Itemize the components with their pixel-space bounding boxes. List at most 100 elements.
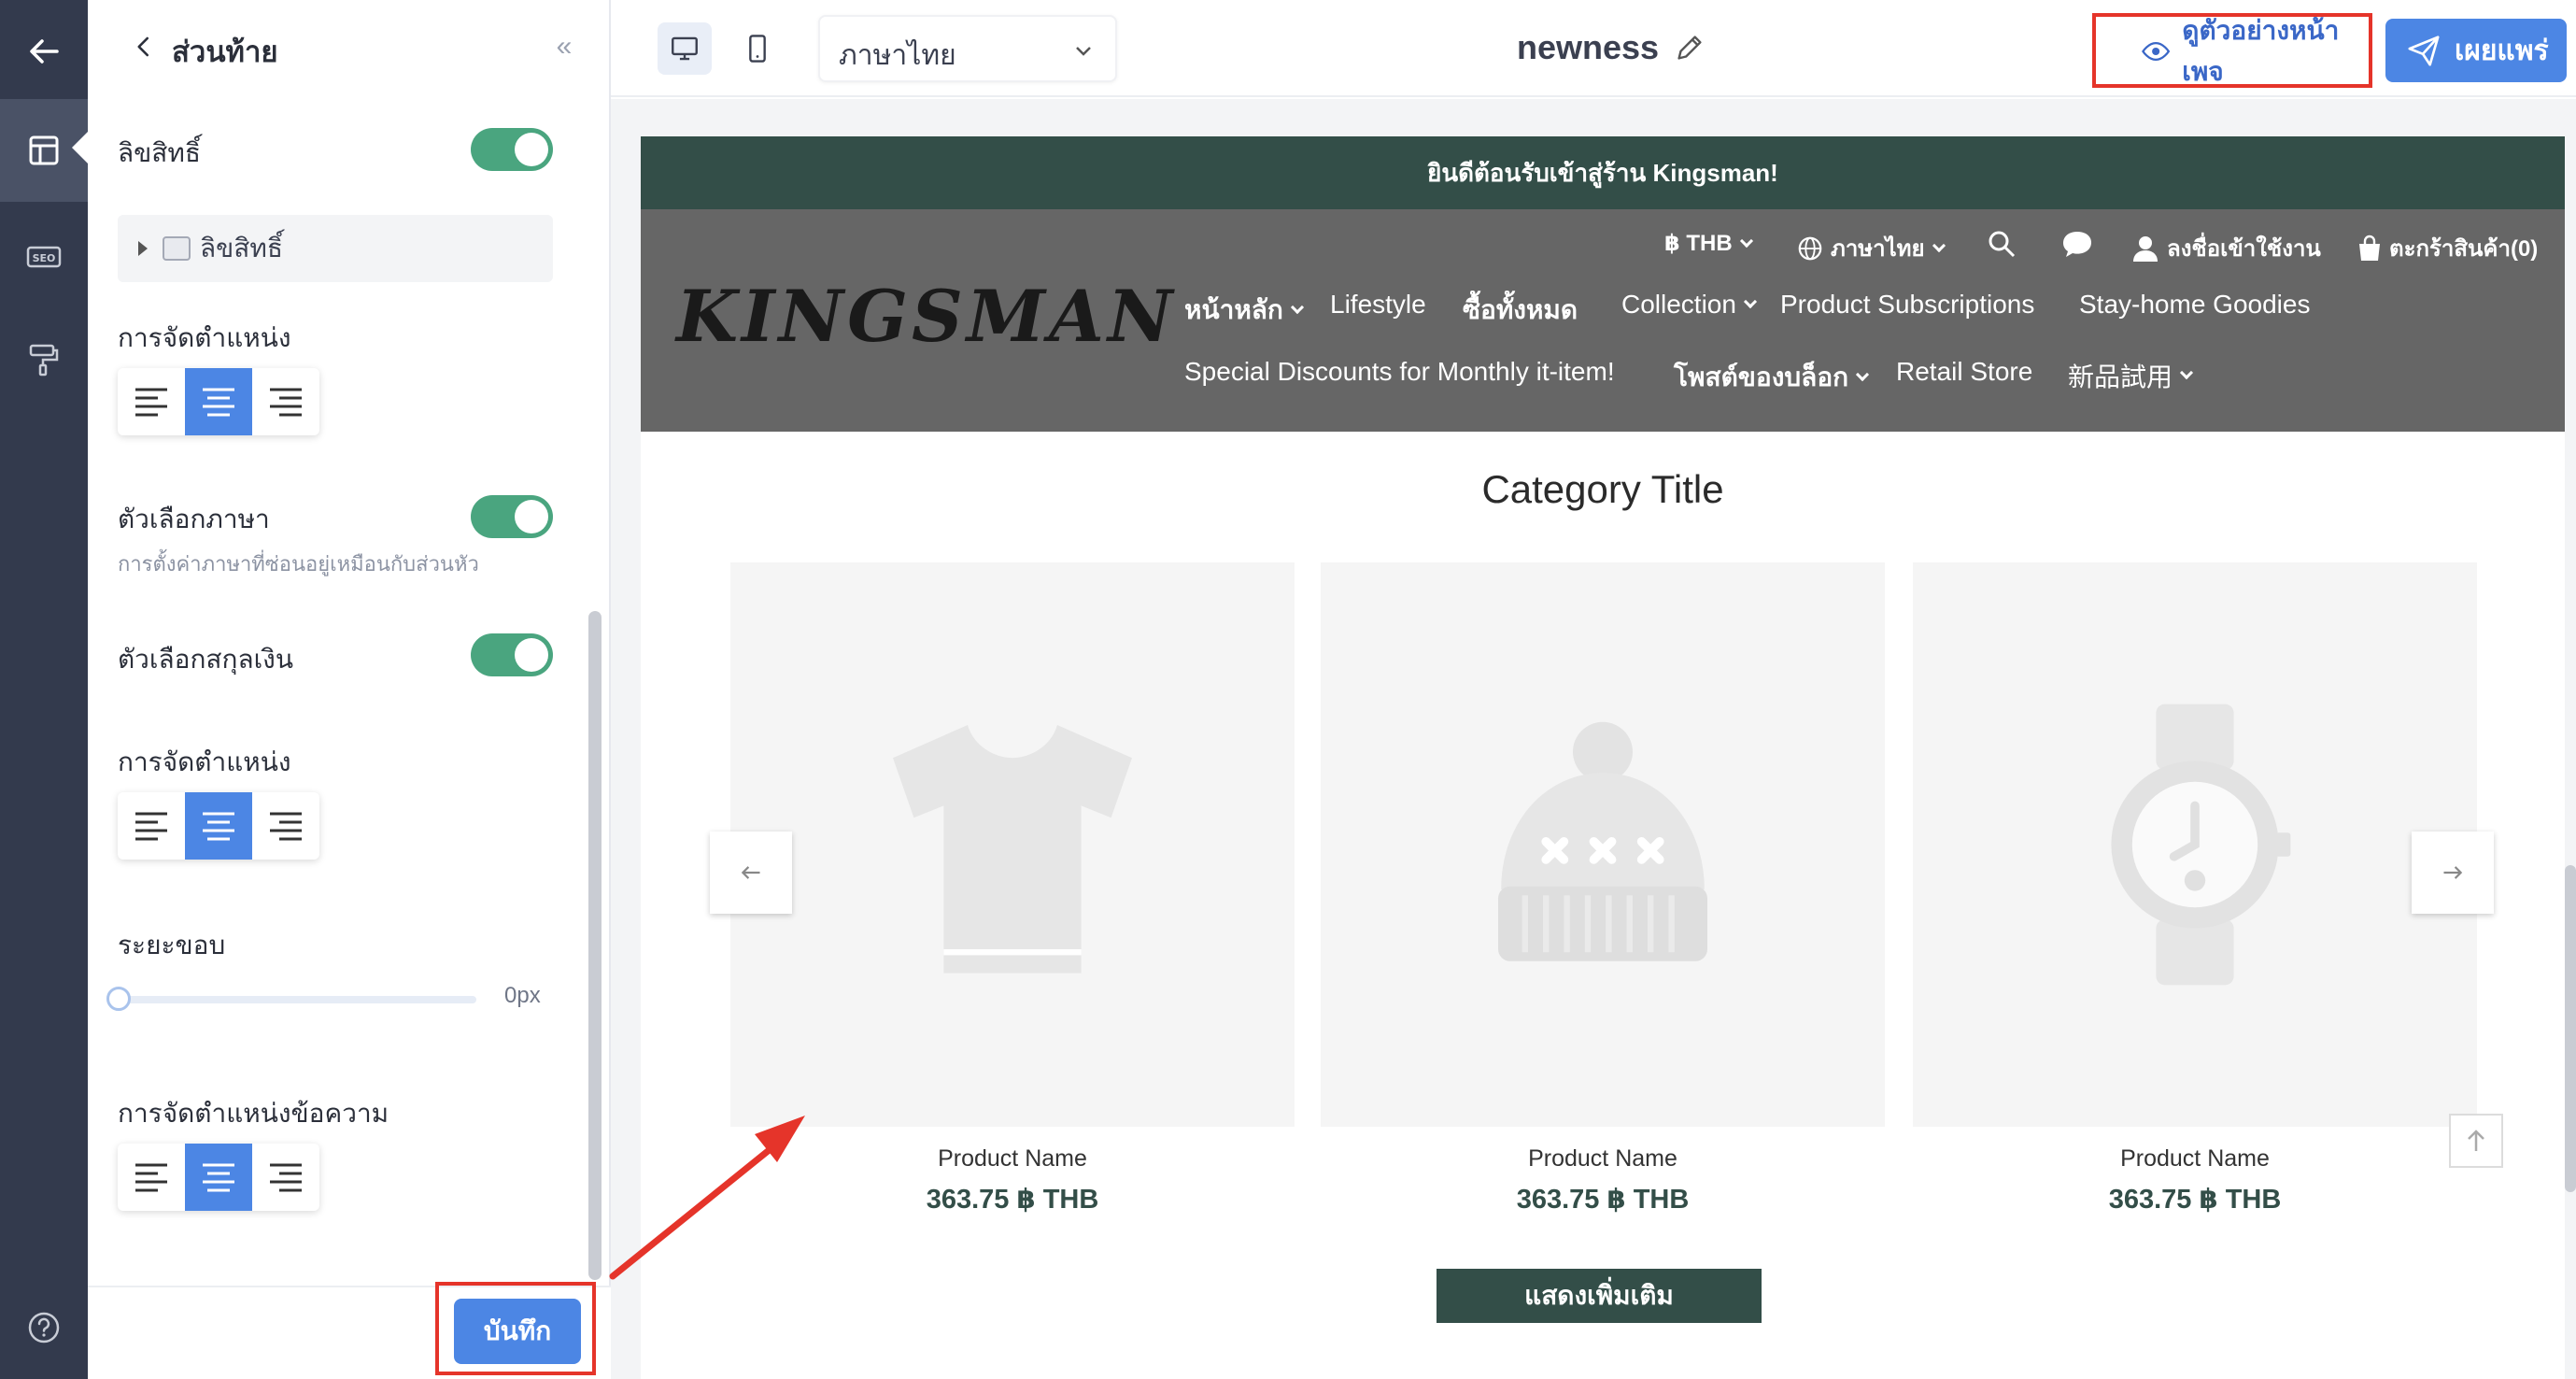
product-image[interactable]: [1913, 562, 2477, 1127]
alignment-label: การจัดตำแหน่ง: [118, 747, 291, 776]
align-right-button[interactable]: [252, 1144, 319, 1211]
seo-icon[interactable]: SEO: [0, 206, 88, 308]
shopping-bag-icon: [2359, 235, 2380, 261]
product-image[interactable]: [730, 562, 1295, 1127]
text-alignment-label: การจัดตำแหน่งข้อความ: [118, 1099, 389, 1128]
language-value: ภาษาไทย: [1831, 236, 1925, 262]
pencil-icon[interactable]: [1672, 30, 1707, 65]
footer-settings-panel: ส่วนท้าย « ลิขสิทธิ์ ลิขสิทธิ์ การจัดตำแ…: [88, 0, 611, 1379]
language-select-value: ภาษาไทย: [839, 40, 956, 71]
cart-link[interactable]: ตะกร้าสินค้า(0): [2356, 230, 2538, 266]
chevron-left-icon[interactable]: [125, 28, 163, 65]
align-left-icon: [135, 388, 167, 417]
align-left-button[interactable]: [118, 792, 185, 860]
carousel-prev-button[interactable]: [710, 832, 792, 914]
nav-item-new-trial[interactable]: 新品試用: [2068, 357, 2194, 394]
padding-slider-track[interactable]: [118, 996, 476, 1003]
desktop-view-button[interactable]: [658, 22, 712, 75]
chat-bubble-icon[interactable]: [2060, 228, 2094, 260]
nav-item-shop-all[interactable]: ซื้อทั้งหมด: [1463, 290, 1578, 331]
text-alignment-group: [118, 1144, 319, 1211]
copyright-label: ลิขสิทธิ์: [118, 138, 201, 167]
product-name[interactable]: Product Name: [1913, 1145, 2477, 1173]
icon-rail: SEO: [0, 0, 89, 1379]
tshirt-icon: [893, 725, 1132, 974]
nav-item-stay-home-goodies[interactable]: Stay-home Goodies: [2079, 290, 2310, 320]
alignment-group-2: [118, 792, 319, 860]
login-link[interactable]: ลงชื่อเข้าใช้งาน: [2131, 230, 2321, 266]
align-right-button[interactable]: [252, 792, 319, 860]
alignment-label: การจัดตำแหน่ง: [118, 323, 291, 352]
mobile-icon: [749, 35, 766, 63]
copyright-item[interactable]: ลิขสิทธิ์: [118, 215, 553, 282]
currency-selector-label: ตัวเลือกสกุลเงิน: [118, 645, 293, 674]
paint-roller-icon[interactable]: [0, 308, 88, 411]
product-image[interactable]: [1321, 562, 1885, 1127]
currency-switcher[interactable]: ฿ THB: [1664, 230, 1753, 257]
save-highlight-box: [435, 1282, 596, 1375]
globe-icon: [1798, 236, 1822, 260]
currency-value: ฿ THB: [1664, 231, 1733, 256]
product-name[interactable]: Product Name: [1321, 1145, 1885, 1173]
arrow-right-icon: [2443, 866, 2463, 879]
send-icon: [2408, 36, 2440, 66]
announcement-bar: ยินดีต้อนรับเข้าสู่ร้าน Kingsman!: [641, 136, 2565, 209]
show-more-button[interactable]: แสดงเพิ่มเติม: [1437, 1269, 1762, 1323]
language-select[interactable]: ภาษาไทย: [818, 15, 1117, 82]
align-center-icon: [203, 1163, 234, 1192]
padding-label: ระยะขอบ: [118, 931, 226, 960]
annotation-arrow-icon: [609, 1116, 805, 1280]
publish-button[interactable]: เผยแพร่: [2385, 19, 2567, 82]
collapse-panel-icon[interactable]: «: [545, 28, 583, 65]
svg-text:SEO: SEO: [33, 252, 56, 264]
help-icon[interactable]: [0, 1276, 88, 1379]
product-price: 363.75 ฿ THB: [1516, 1185, 1690, 1215]
carousel-next-button[interactable]: [2412, 832, 2494, 914]
canvas-scrollbar[interactable]: [2565, 865, 2576, 1192]
watch-icon: [2111, 704, 2291, 986]
nav-item-blog-posts[interactable]: โพสต์ของบล็อก: [1674, 357, 1870, 398]
cart-label: ตะกร้าสินค้า(0): [2389, 236, 2539, 262]
nav-item-collection[interactable]: Collection: [1621, 290, 1758, 320]
nav-item-lifestyle[interactable]: Lifestyle: [1330, 290, 1426, 320]
nav-item-product-subscriptions[interactable]: Product Subscriptions: [1780, 290, 2034, 320]
site-logo[interactable]: KINGSMAN: [676, 275, 1176, 358]
nav-item-special-discounts[interactable]: Special Discounts for Monthly it-item!: [1184, 357, 1615, 387]
align-left-button[interactable]: [118, 1144, 185, 1211]
expand-triangle-icon: [138, 241, 148, 256]
align-center-button[interactable]: [185, 368, 252, 435]
align-left-button[interactable]: [118, 368, 185, 435]
mobile-view-button[interactable]: [730, 22, 785, 75]
arrow-up-icon: [2468, 1130, 2484, 1151]
align-right-button[interactable]: [252, 368, 319, 435]
preview-canvas: ยินดีต้อนรับเข้าสู่ร้าน Kingsman! KINGSM…: [611, 99, 2576, 1379]
align-center-button[interactable]: [185, 792, 252, 860]
align-center-icon: [203, 812, 234, 841]
product-price: 363.75 ฿ THB: [2108, 1185, 2282, 1215]
align-right-icon: [270, 812, 302, 841]
padding-value: 0px: [504, 983, 541, 1008]
arrow-left-icon: [741, 866, 760, 879]
currency-selector-toggle[interactable]: [471, 633, 553, 676]
site-header: KINGSMAN ฿ THB ภาษาไทย ลงชื่อเข้าใช้งาน …: [641, 209, 2565, 432]
align-center-button[interactable]: [185, 1144, 252, 1211]
login-label: ลงชื่อเข้าใช้งาน: [2167, 236, 2321, 262]
page-name: newness: [1517, 28, 1660, 66]
active-indicator: [72, 131, 89, 164]
copyright-toggle[interactable]: [471, 128, 553, 171]
back-to-top-button[interactable]: [2449, 1114, 2503, 1168]
nav-item-home[interactable]: หน้าหลัก: [1184, 290, 1304, 331]
search-icon[interactable]: [1986, 228, 2017, 260]
align-center-icon: [203, 388, 234, 417]
align-right-icon: [270, 1163, 302, 1192]
publish-label: เผยแพร่: [2455, 35, 2549, 66]
align-right-icon: [270, 388, 302, 417]
language-switcher[interactable]: ภาษาไทย: [1797, 230, 1946, 266]
padding-slider-knob[interactable]: [106, 987, 131, 1011]
language-selector-toggle[interactable]: [471, 495, 553, 538]
book-icon: [163, 236, 191, 261]
alignment-group-1: [118, 368, 319, 435]
back-arrow-icon[interactable]: [0, 0, 88, 103]
nav-item-retail-store[interactable]: Retail Store: [1896, 357, 2032, 387]
language-selector-label: ตัวเลือกภาษา: [118, 505, 270, 533]
